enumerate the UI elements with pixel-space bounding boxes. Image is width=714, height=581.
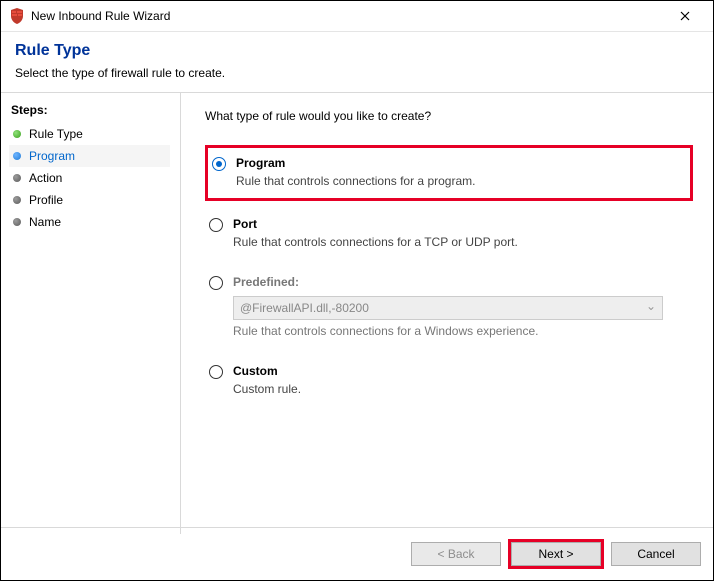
step-label: Name: [29, 215, 61, 229]
page-title: Rule Type: [15, 42, 699, 60]
page-header: Rule Type Select the type of firewall ru…: [1, 32, 713, 93]
back-button[interactable]: < Back: [411, 542, 501, 566]
option-label: Port: [233, 217, 257, 231]
option-desc: Rule that controls connections for a TCP…: [233, 235, 683, 249]
option-label: Custom: [233, 364, 278, 378]
step-bullet-icon: [13, 130, 21, 138]
step-bullet-icon: [13, 218, 21, 226]
option-predefined: Predefined: @FirewallAPI.dll,-80200 Rule…: [205, 267, 693, 348]
step-label: Profile: [29, 193, 63, 207]
option-port: Port Rule that controls connections for …: [205, 209, 693, 259]
page-subtitle: Select the type of firewall rule to crea…: [15, 66, 699, 80]
step-label: Rule Type: [29, 127, 83, 141]
titlebar: New Inbound Rule Wizard: [1, 1, 713, 32]
window-title: New Inbound Rule Wizard: [31, 9, 665, 23]
step-label: Action: [29, 171, 62, 185]
step-rule-type[interactable]: Rule Type: [9, 123, 170, 145]
main-content: What type of rule would you like to crea…: [181, 93, 713, 534]
step-name[interactable]: Name: [9, 211, 170, 233]
step-profile[interactable]: Profile: [9, 189, 170, 211]
step-program[interactable]: Program: [9, 145, 170, 167]
radio-port[interactable]: [209, 218, 223, 232]
rule-type-prompt: What type of rule would you like to crea…: [205, 109, 693, 123]
option-label: Predefined:: [233, 275, 299, 289]
option-desc: Rule that controls connections for a pro…: [236, 174, 680, 188]
cancel-button[interactable]: Cancel: [611, 542, 701, 566]
option-desc: Rule that controls connections for a Win…: [233, 324, 683, 338]
step-bullet-icon: [13, 174, 21, 182]
radio-program[interactable]: [212, 157, 226, 171]
radio-predefined[interactable]: [209, 276, 223, 290]
option-desc: Custom rule.: [233, 382, 683, 396]
close-icon: [680, 11, 690, 21]
option-program: Program Rule that controls connections f…: [205, 145, 693, 201]
step-bullet-icon: [13, 152, 21, 160]
close-button[interactable]: [665, 2, 705, 30]
radio-custom[interactable]: [209, 365, 223, 379]
wizard-footer: < Back Next > Cancel: [1, 527, 713, 580]
option-custom: Custom Custom rule.: [205, 356, 693, 406]
steps-sidebar: Steps: Rule Type Program Action Profile …: [1, 93, 181, 534]
next-button[interactable]: Next >: [511, 542, 601, 566]
predefined-select[interactable]: @FirewallAPI.dll,-80200: [233, 296, 663, 320]
step-action[interactable]: Action: [9, 167, 170, 189]
step-label: Program: [29, 149, 75, 163]
step-bullet-icon: [13, 196, 21, 204]
option-label: Program: [236, 156, 285, 170]
firewall-icon: [9, 8, 25, 24]
steps-heading: Steps:: [11, 103, 170, 117]
wizard-body: Steps: Rule Type Program Action Profile …: [1, 93, 713, 534]
wizard-window: New Inbound Rule Wizard Rule Type Select…: [0, 0, 714, 581]
